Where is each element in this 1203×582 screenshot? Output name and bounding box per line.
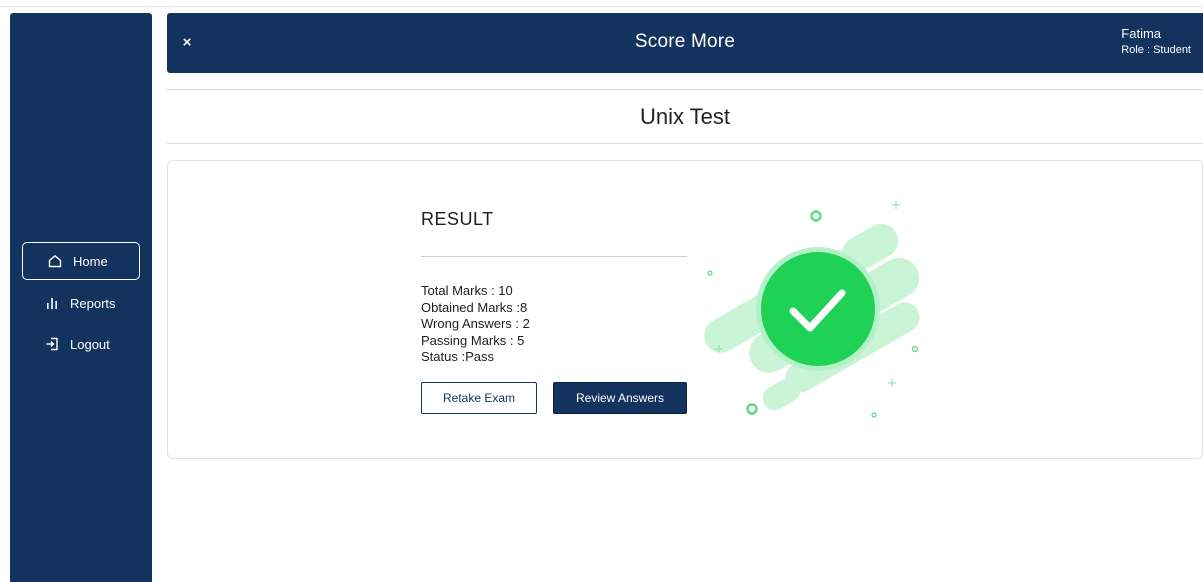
- result-heading: RESULT: [421, 209, 494, 229]
- user-info: Fatima Role : Student: [1121, 26, 1191, 58]
- stat-label: Status :: [421, 349, 466, 364]
- stat-value: Pass: [465, 349, 494, 364]
- sidebar-item-home[interactable]: Home: [22, 242, 140, 280]
- sidebar-item-label: Home: [73, 253, 108, 269]
- sidebar-item-logout[interactable]: Logout: [22, 325, 140, 363]
- bar-chart-icon: [44, 295, 60, 311]
- stat-wrong-answers: Wrong Answers : 2: [421, 316, 530, 333]
- retake-exam-button[interactable]: Retake Exam: [421, 382, 537, 414]
- user-name: Fatima: [1121, 26, 1162, 41]
- sidebar-item-reports[interactable]: Reports: [22, 284, 140, 322]
- app-title: Score More: [634, 31, 736, 52]
- review-answers-button[interactable]: Review Answers: [553, 382, 687, 414]
- home-icon: [47, 253, 63, 269]
- top-divider: [0, 6, 1203, 7]
- sidebar-item-label: Logout: [70, 336, 110, 352]
- result-divider: [421, 256, 687, 257]
- stat-value: 2: [522, 316, 530, 331]
- stat-obtained-marks: Obtained Marks :8: [421, 300, 530, 317]
- stat-label: Obtained Marks :: [421, 299, 520, 315]
- stat-value: 10: [498, 283, 513, 298]
- stat-label: Total Marks :: [421, 283, 499, 298]
- result-stats: Total Marks : 10 Obtained Marks :8 Wrong…: [421, 283, 530, 366]
- logout-icon: [44, 336, 60, 352]
- sidebar: Home Reports Logout: [10, 13, 152, 582]
- stat-total-marks: Total Marks : 10: [421, 283, 530, 300]
- stat-status: Status : Pass: [421, 349, 530, 366]
- page-title: Unix Test: [639, 104, 731, 129]
- stat-value: 5: [517, 332, 525, 348]
- app-header: × Score More Fatima Role : Student: [167, 13, 1203, 73]
- stat-label: Passing Marks :: [421, 332, 518, 348]
- page-title-bar: Unix Test: [167, 89, 1203, 144]
- stat-label: Wrong Answers :: [421, 316, 523, 331]
- result-card: RESULT Total Marks : 10 Obtained Marks :…: [167, 160, 1203, 459]
- check-circle-icon: [704, 201, 920, 418]
- user-role: Role : Student: [1121, 44, 1191, 56]
- sidebar-item-label: Reports: [70, 295, 116, 311]
- stat-passing-marks: Passing Marks : 5: [421, 333, 530, 350]
- stat-value: 8: [520, 299, 528, 315]
